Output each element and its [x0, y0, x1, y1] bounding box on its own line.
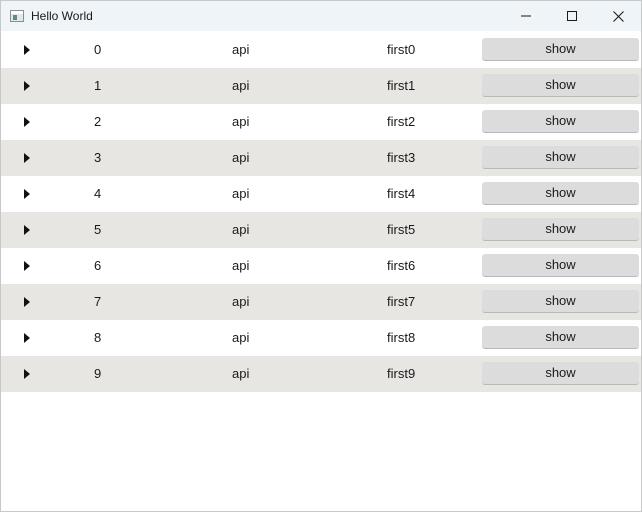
table-row[interactable]: 9 api first9 show	[1, 356, 641, 392]
close-icon	[612, 10, 624, 22]
show-button[interactable]: show	[482, 362, 639, 385]
row-index: 9	[94, 366, 102, 381]
row-category: api	[232, 294, 250, 309]
row-index: 2	[94, 114, 102, 129]
expand-arrow-icon[interactable]	[21, 224, 33, 236]
row-index: 5	[94, 222, 102, 237]
row-category: api	[232, 42, 250, 57]
show-button[interactable]: show	[482, 110, 639, 133]
expand-arrow-icon[interactable]	[21, 116, 33, 128]
row-name: first4	[387, 186, 416, 201]
row-index: 4	[94, 186, 102, 201]
minimize-button[interactable]	[503, 1, 549, 31]
show-button[interactable]: show	[482, 290, 639, 313]
minimize-icon	[521, 15, 531, 17]
table-row[interactable]: 0 api first0 show	[1, 32, 641, 68]
show-button[interactable]: show	[482, 74, 639, 97]
row-name: first7	[387, 294, 416, 309]
table-row[interactable]: 1 api first1 show	[1, 68, 641, 104]
show-button[interactable]: show	[482, 254, 639, 277]
row-category: api	[232, 150, 250, 165]
show-button[interactable]: show	[482, 146, 639, 169]
row-category: api	[232, 222, 250, 237]
row-index: 0	[94, 42, 102, 57]
app-window-icon	[10, 10, 24, 22]
window-title: Hello World	[31, 9, 93, 23]
expand-arrow-icon[interactable]	[21, 332, 33, 344]
row-category: api	[232, 366, 250, 381]
row-category: api	[232, 186, 250, 201]
row-name: first8	[387, 330, 416, 345]
row-category: api	[232, 114, 250, 129]
table-row[interactable]: 7 api first7 show	[1, 284, 641, 320]
table-row[interactable]: 3 api first3 show	[1, 140, 641, 176]
row-category: api	[232, 78, 250, 93]
row-category: api	[232, 330, 250, 345]
row-index: 7	[94, 294, 102, 309]
table-row[interactable]: 6 api first6 show	[1, 248, 641, 284]
row-name: first1	[387, 78, 416, 93]
close-button[interactable]	[595, 1, 641, 31]
table-row[interactable]: 5 api first5 show	[1, 212, 641, 248]
expand-arrow-icon[interactable]	[21, 80, 33, 92]
maximize-button[interactable]	[549, 1, 595, 31]
table-row[interactable]: 8 api first8 show	[1, 320, 641, 356]
row-index: 1	[94, 78, 102, 93]
title-bar[interactable]: Hello World	[1, 1, 641, 31]
table-row[interactable]: 2 api first2 show	[1, 104, 641, 140]
expand-arrow-icon[interactable]	[21, 260, 33, 272]
expand-arrow-icon[interactable]	[21, 44, 33, 56]
row-index: 3	[94, 150, 102, 165]
expand-arrow-icon[interactable]	[21, 368, 33, 380]
row-index: 8	[94, 330, 102, 345]
show-button[interactable]: show	[482, 218, 639, 241]
show-button[interactable]: show	[482, 326, 639, 349]
row-category: api	[232, 258, 250, 273]
expand-arrow-icon[interactable]	[21, 152, 33, 164]
tree-table: 0 api first0 show 1 api first1 show 2 ap…	[1, 32, 641, 392]
row-name: first5	[387, 222, 416, 237]
table-row[interactable]: 4 api first4 show	[1, 176, 641, 212]
row-index: 6	[94, 258, 102, 273]
expand-arrow-icon[interactable]	[21, 188, 33, 200]
row-name: first3	[387, 150, 416, 165]
row-name: first0	[387, 42, 416, 57]
row-name: first9	[387, 366, 416, 381]
maximize-icon	[567, 11, 577, 21]
show-button[interactable]: show	[482, 182, 639, 205]
row-name: first2	[387, 114, 416, 129]
expand-arrow-icon[interactable]	[21, 296, 33, 308]
row-name: first6	[387, 258, 416, 273]
show-button[interactable]: show	[482, 38, 639, 61]
app-window: Hello World 0 api first0 show 1 api firs…	[0, 0, 642, 512]
window-controls	[503, 1, 641, 31]
